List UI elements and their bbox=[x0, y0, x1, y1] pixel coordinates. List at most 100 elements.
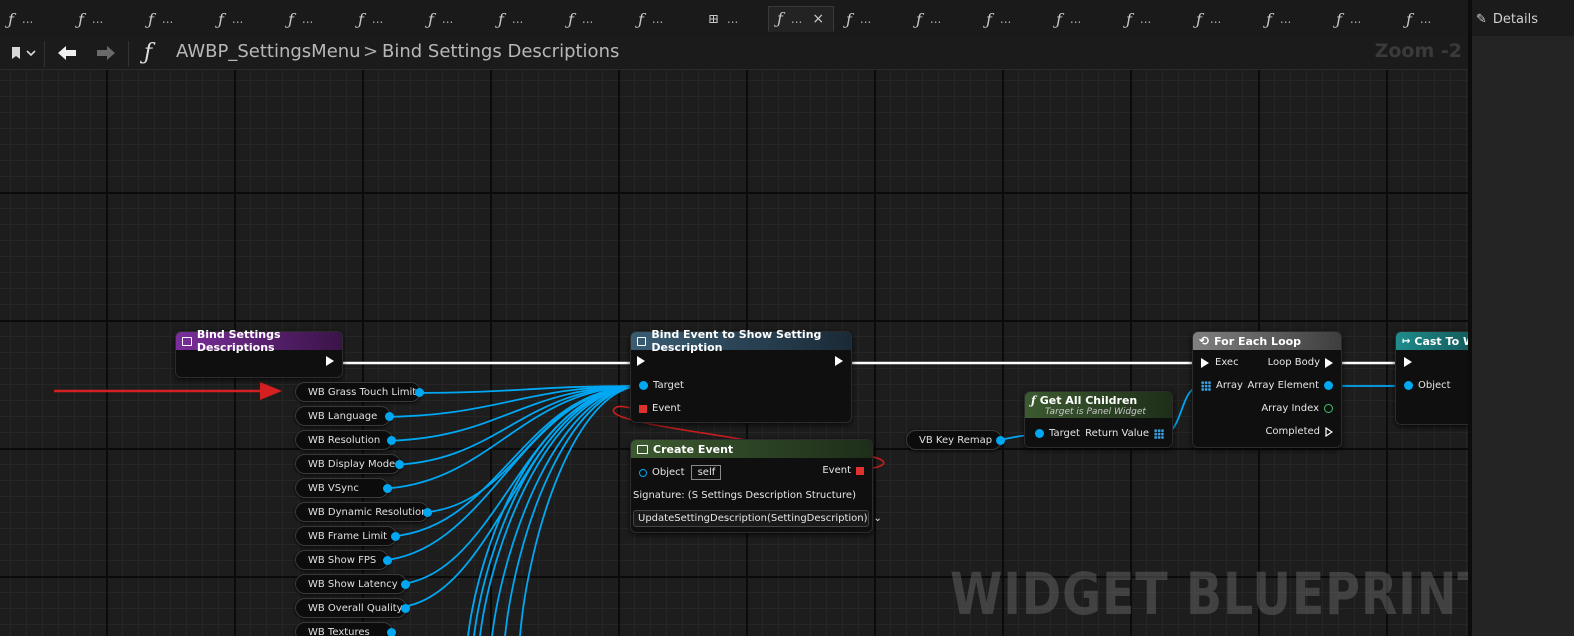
tab-label: ... bbox=[859, 12, 872, 26]
document-tab[interactable]: ƒ... × bbox=[768, 6, 834, 32]
var-vb-key-remap[interactable]: VB Key Remap bbox=[906, 430, 1005, 450]
arrow-right-icon bbox=[97, 46, 115, 60]
var-wb-overall-quality[interactable]: WB Overall Quality bbox=[295, 598, 410, 618]
document-tab[interactable]: ƒ... bbox=[0, 6, 66, 32]
var-wb-language[interactable]: WB Language bbox=[295, 406, 394, 426]
graph-nodes-icon: ⊞ bbox=[708, 11, 719, 27]
document-tab[interactable]: ƒ... bbox=[70, 6, 136, 32]
exec-out-pin[interactable] bbox=[326, 356, 334, 366]
var-wb-frame-limit[interactable]: WB Frame Limit bbox=[295, 526, 400, 546]
function-icon: ƒ bbox=[148, 9, 154, 29]
tab-label: ... bbox=[1349, 12, 1362, 26]
bookmark-button[interactable] bbox=[6, 41, 40, 65]
tab-label: ... bbox=[999, 12, 1012, 26]
create-event-node[interactable]: Create Event Object self Event Signature… bbox=[630, 439, 882, 533]
tab-label: ... bbox=[161, 12, 174, 26]
details-panel: ✎ Details bbox=[1468, 0, 1574, 636]
document-tab[interactable]: ƒ... bbox=[838, 6, 904, 32]
var-wb-show-fps[interactable]: WB Show FPS bbox=[295, 550, 392, 570]
for-each-loop-node[interactable]: ⟲ For Each Loop Exec Array Loop Body Arra… bbox=[1192, 331, 1342, 448]
function-icon: ƒ bbox=[1406, 9, 1412, 29]
back-button[interactable] bbox=[54, 41, 80, 65]
var-wb-vsync[interactable]: WB VSync bbox=[295, 478, 392, 498]
exec-in-pin[interactable] bbox=[1404, 357, 1412, 367]
tab-label: ... bbox=[1419, 12, 1432, 26]
document-tab[interactable]: ƒ... bbox=[1048, 6, 1114, 32]
function-icon: ƒ bbox=[1056, 9, 1062, 29]
document-tab[interactable]: ƒ... bbox=[210, 6, 276, 32]
var-wb-show-latency[interactable]: WB Show Latency bbox=[295, 574, 410, 594]
array-pin[interactable]: Array bbox=[1201, 380, 1243, 391]
var-wb-dynamic-resolution[interactable]: WB Dynamic Resolution bbox=[295, 502, 432, 522]
object-value-field[interactable]: self bbox=[690, 465, 721, 480]
tab-label: ... bbox=[1209, 12, 1222, 26]
details-tab[interactable]: ✎ Details bbox=[1476, 8, 1538, 30]
tab-label: ... bbox=[1139, 12, 1152, 26]
document-tab[interactable]: ƒ... bbox=[1258, 6, 1324, 32]
loop-body-pin[interactable]: Loop Body bbox=[1268, 357, 1333, 368]
document-tab[interactable]: ƒ... bbox=[350, 6, 416, 32]
exec-pin[interactable]: Exec bbox=[1201, 357, 1239, 368]
array-index-pin[interactable]: Array Index bbox=[1261, 403, 1333, 414]
var-wb-grass-touch-limit[interactable]: WB Grass Touch Limit bbox=[295, 382, 424, 402]
object-pin[interactable]: Object bbox=[1404, 380, 1451, 391]
document-tab[interactable]: ƒ... bbox=[560, 6, 626, 32]
function-icon: ƒ bbox=[1031, 394, 1036, 407]
completed-pin[interactable]: Completed bbox=[1265, 426, 1333, 437]
event-pin[interactable]: Event bbox=[639, 403, 681, 414]
document-tab[interactable]: ƒ... bbox=[908, 6, 974, 32]
function-icon: ƒ bbox=[498, 9, 504, 29]
tab-label: ... bbox=[790, 11, 803, 26]
tab-label: ... bbox=[371, 12, 384, 26]
bind-event-node[interactable]: Bind Event to Show Setting Description T… bbox=[630, 328, 852, 423]
function-icon: ƒ bbox=[1266, 9, 1272, 29]
tab-label: ... bbox=[929, 12, 942, 26]
var-wb-display-mode[interactable]: WB Display Mode bbox=[295, 454, 404, 474]
document-tab[interactable]: ƒ... bbox=[280, 6, 346, 32]
document-tab[interactable]: ƒ... bbox=[420, 6, 486, 32]
var-wb-resolution[interactable]: WB Resolution bbox=[295, 430, 396, 450]
target-pin[interactable]: Target bbox=[639, 380, 684, 391]
function-icon: ƒ bbox=[846, 9, 852, 29]
entry-node[interactable]: Bind Settings Descriptions bbox=[175, 328, 343, 378]
function-icon: ƒ bbox=[78, 9, 84, 29]
tab-label: ... bbox=[726, 12, 739, 26]
document-tab[interactable]: ƒ... bbox=[490, 6, 556, 32]
signature-label: Signature: (S Settings Description Struc… bbox=[633, 490, 856, 501]
exec-in-pin[interactable] bbox=[637, 356, 645, 366]
function-icon: ƒ bbox=[638, 9, 644, 29]
details-body bbox=[1472, 36, 1574, 636]
document-tab[interactable]: ƒ... bbox=[630, 6, 696, 32]
document-tab[interactable]: ƒ... bbox=[1188, 6, 1254, 32]
breadcrumb-blueprint[interactable]: AWBP_SettingsMenu bbox=[176, 41, 361, 62]
widget-blueprint-watermark: WIDGET BLUEPRINT bbox=[950, 560, 1468, 628]
exec-out-pin[interactable] bbox=[835, 356, 843, 366]
bind-event-title: Bind Event to Show Setting Description bbox=[651, 328, 822, 354]
tab-label: ... bbox=[231, 12, 244, 26]
chevron-down-icon: ⌄ bbox=[873, 513, 882, 524]
return-value-pin[interactable]: Return Value bbox=[1085, 428, 1164, 439]
document-tab[interactable]: ƒ... bbox=[1398, 6, 1464, 32]
document-tab[interactable]: ƒ... bbox=[1118, 6, 1184, 32]
document-tab[interactable]: ⊞... bbox=[700, 6, 766, 32]
close-icon[interactable]: × bbox=[812, 11, 824, 27]
target-pin[interactable]: Target bbox=[1035, 428, 1080, 439]
get-all-children-node[interactable]: ƒ Get All Children Target is Panel Widget… bbox=[1024, 391, 1173, 448]
tab-label: ... bbox=[511, 12, 524, 26]
forward-button[interactable] bbox=[93, 41, 119, 65]
breadcrumb-graph[interactable]: Bind Settings Descriptions bbox=[382, 41, 619, 62]
zoom-level: Zoom -2 bbox=[1374, 40, 1462, 62]
graph-canvas[interactable]: Bind Settings Descriptions WB Grass Touc… bbox=[0, 70, 1468, 636]
event-out-pin[interactable]: Event bbox=[822, 465, 864, 476]
document-tab[interactable]: ƒ... bbox=[1328, 6, 1394, 32]
function-icon: ƒ bbox=[777, 9, 783, 28]
function-icon: ƒ bbox=[144, 40, 153, 65]
function-select[interactable]: UpdateSettingDescription(SettingDescript… bbox=[633, 510, 882, 527]
var-wb-textures[interactable]: WB Textures bbox=[295, 622, 396, 636]
document-tab[interactable]: ƒ... bbox=[978, 6, 1044, 32]
array-element-pin[interactable]: Array Element bbox=[1247, 380, 1333, 391]
document-tab[interactable]: ƒ... bbox=[140, 6, 206, 32]
object-pin[interactable]: Object self bbox=[639, 465, 721, 480]
function-icon: ƒ bbox=[568, 9, 574, 29]
cast-node[interactable]: ↦Cast To WBI Object bbox=[1395, 331, 1468, 425]
